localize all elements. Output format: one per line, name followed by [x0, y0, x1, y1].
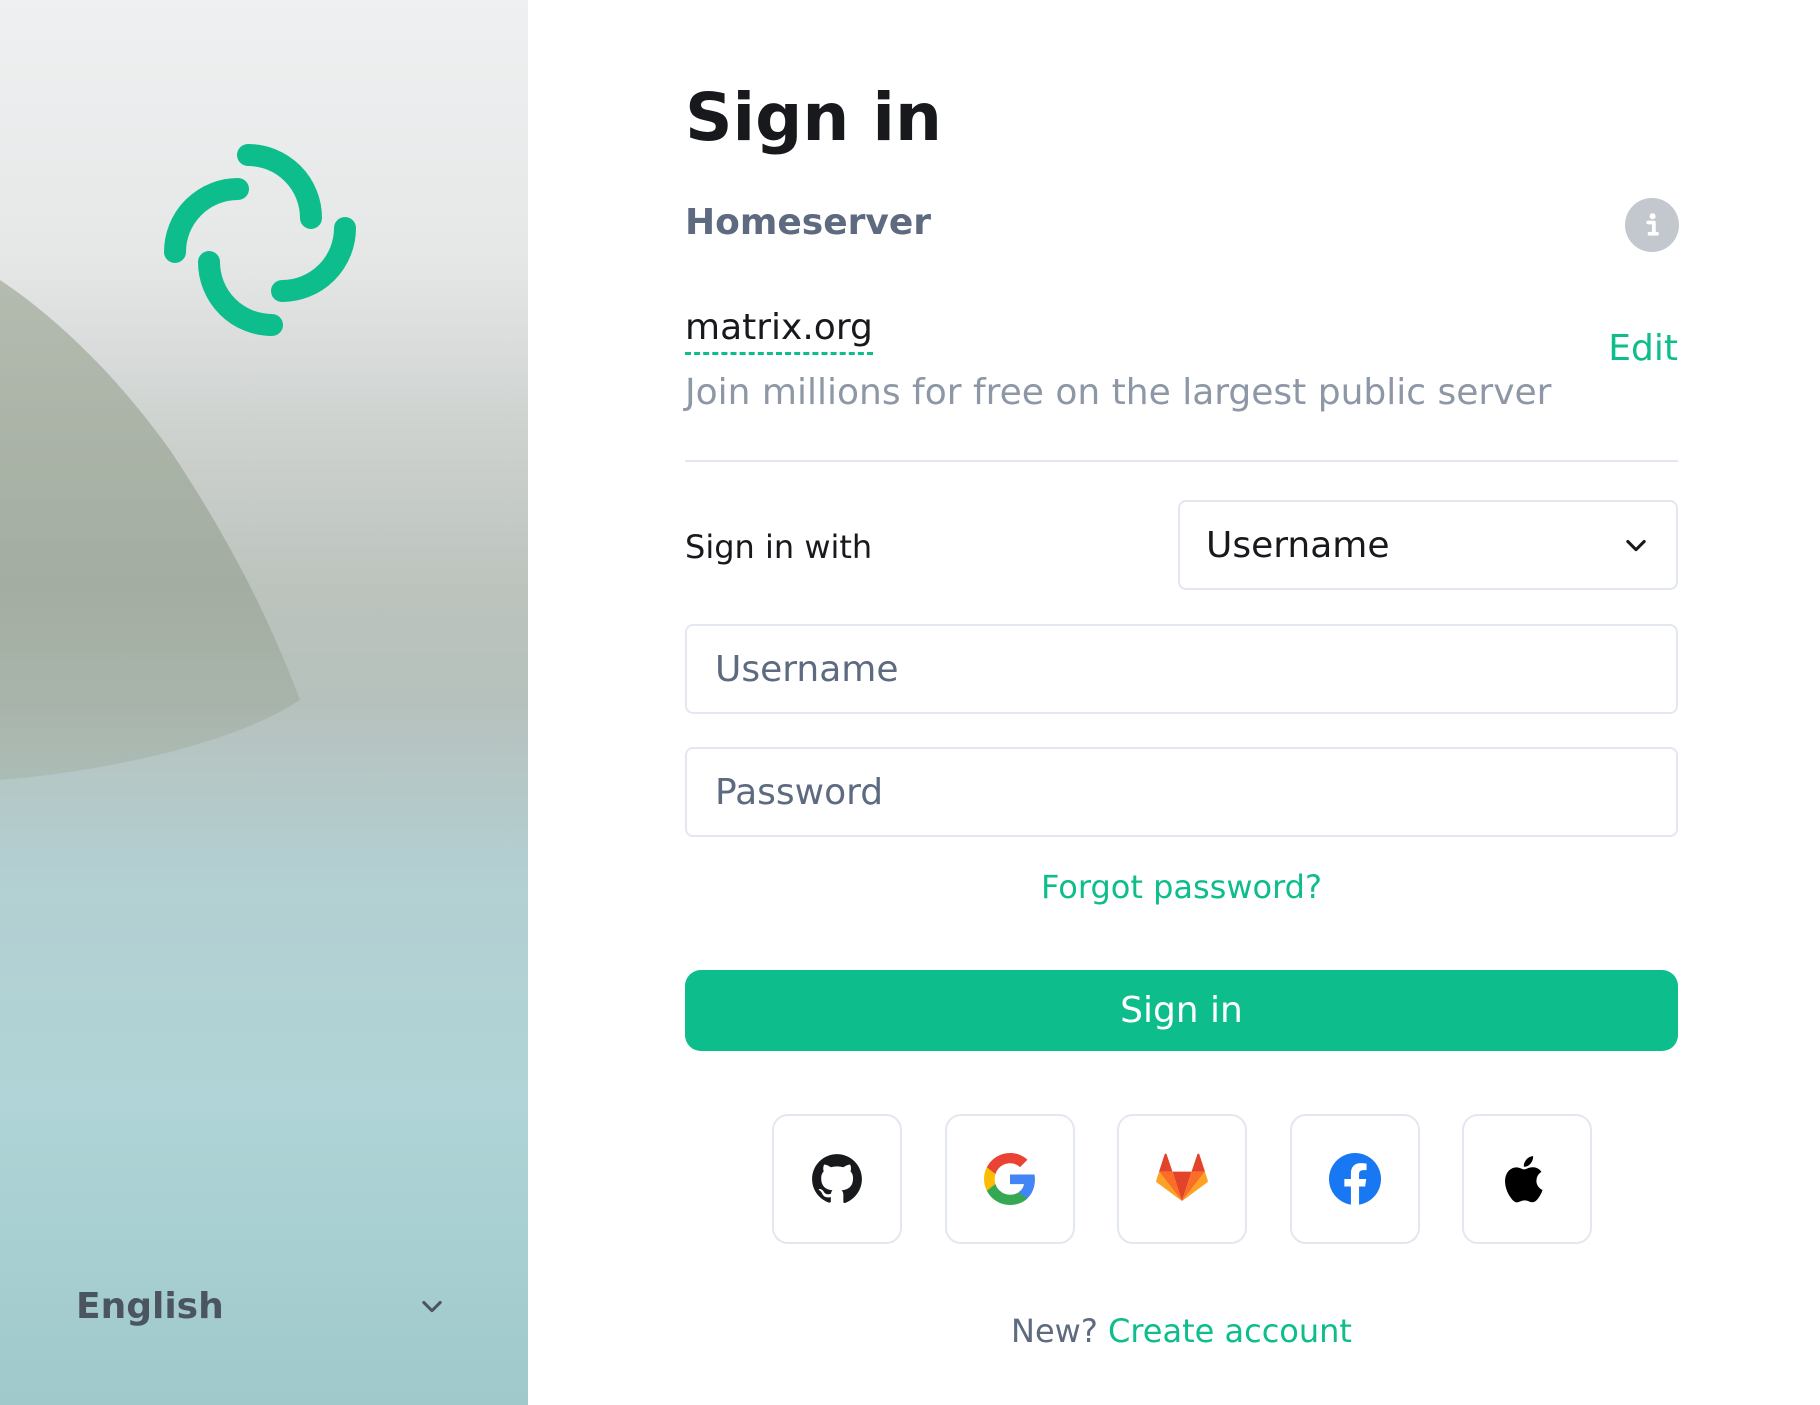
- login-type-select[interactable]: Username: [1178, 500, 1678, 590]
- language-label: English: [76, 1285, 224, 1327]
- username-field[interactable]: [685, 624, 1678, 714]
- chevron-down-icon: [422, 1300, 442, 1313]
- sso-buttons: [772, 1114, 1592, 1244]
- username-input[interactable]: [687, 626, 1676, 712]
- create-account-row: New? Create account: [685, 1312, 1678, 1350]
- new-label: New?: [1011, 1312, 1098, 1350]
- info-icon[interactable]: [1625, 198, 1679, 252]
- apple-icon: [1505, 1156, 1543, 1203]
- sso-button-github[interactable]: [772, 1114, 902, 1244]
- sso-button-facebook[interactable]: [1289, 1114, 1420, 1244]
- homeserver-description: Join millions for free on the largest pu…: [685, 372, 1552, 413]
- sso-button-gitlab[interactable]: [1117, 1114, 1247, 1244]
- divider: [685, 460, 1678, 462]
- password-field[interactable]: [685, 747, 1678, 837]
- chevron-down-icon: [1626, 539, 1646, 552]
- password-input[interactable]: [687, 749, 1676, 835]
- sso-button-apple[interactable]: [1462, 1114, 1592, 1244]
- gitlab-icon: [1156, 1153, 1208, 1202]
- facebook-icon: [1328, 1153, 1381, 1205]
- create-account-link[interactable]: Create account: [1108, 1312, 1352, 1350]
- sign-in-with-label: Sign in with: [685, 528, 873, 566]
- page-title: Sign in: [685, 79, 942, 156]
- homeserver-name: matrix.org: [685, 306, 873, 355]
- sign-in-button[interactable]: Sign in: [685, 970, 1678, 1051]
- homeserver-label: Homeserver: [685, 202, 932, 243]
- forgot-password-link[interactable]: Forgot password?: [685, 868, 1678, 906]
- google-icon: [983, 1153, 1035, 1205]
- element-logo-icon: [164, 144, 356, 336]
- github-icon: [812, 1154, 862, 1204]
- left-panel: English: [0, 0, 528, 1405]
- auth-panel: Sign in Homeserver matrix.org Edit Join …: [528, 0, 1820, 1405]
- language-selector[interactable]: English: [76, 1276, 446, 1336]
- edit-homeserver-link[interactable]: Edit: [1608, 328, 1678, 369]
- login-type-value: Username: [1206, 524, 1390, 566]
- sso-button-google[interactable]: [944, 1114, 1075, 1244]
- info-glyph-icon: [1646, 213, 1659, 236]
